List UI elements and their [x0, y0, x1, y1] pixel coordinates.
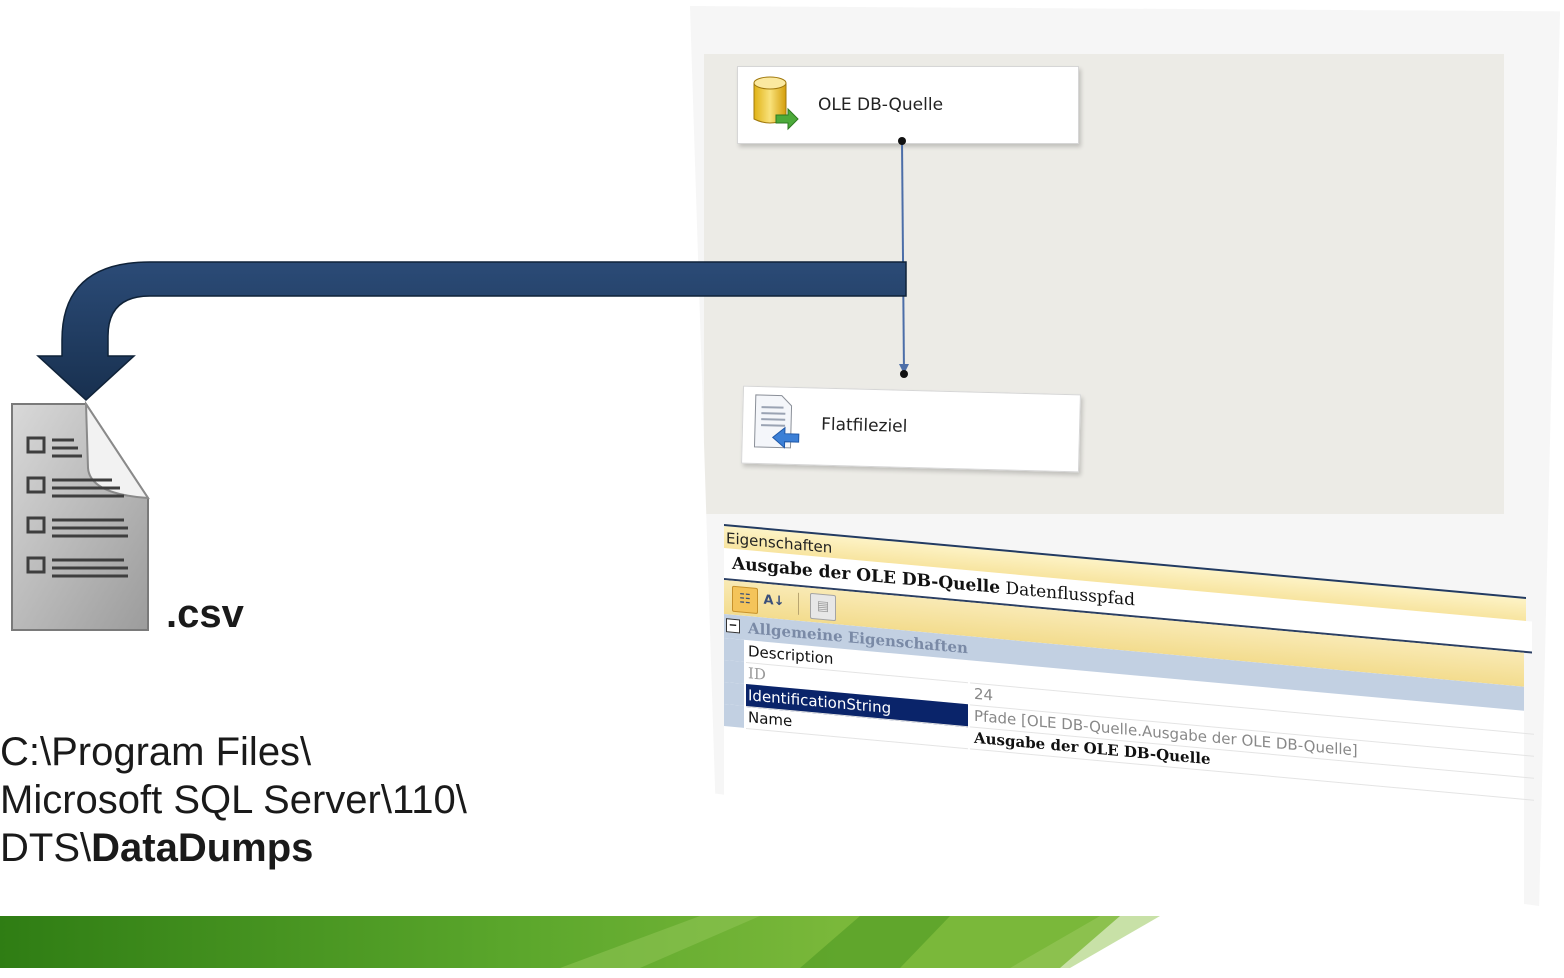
- dataflow-path[interactable]: [704, 54, 1504, 514]
- collapse-icon[interactable]: −: [726, 617, 740, 634]
- dataflow-canvas: OLE DB-Quelle Flatfileziel: [704, 54, 1504, 514]
- row-gutter: [724, 704, 744, 728]
- object-type: Datenflusspfad: [1005, 578, 1136, 611]
- row-gutter: [724, 660, 744, 684]
- ssis-dataflow-window: OLE DB-Quelle Flatfileziel Eigenschaften…: [690, 6, 1560, 906]
- document-list-icon: [11, 400, 150, 631]
- file-path-folder: DataDumps: [91, 826, 314, 870]
- categorized-icon[interactable]: ☷: [732, 585, 758, 615]
- row-gutter: [724, 638, 744, 662]
- alphabetical-sort-icon[interactable]: A↓: [762, 588, 786, 614]
- file-path-prefix: DTS\: [0, 826, 92, 870]
- file-path-line-2: Microsoft SQL Server\110\: [0, 778, 467, 822]
- file-extension-label: .csv: [166, 592, 244, 636]
- property-pages-icon[interactable]: ▤: [810, 592, 836, 622]
- file-path-line-1: C:\Program Files\: [0, 730, 312, 774]
- footer-band: [0, 916, 1160, 968]
- row-gutter: [724, 682, 744, 706]
- toolbar-separator: [798, 592, 799, 615]
- file-path-line-3: DTS\DataDumps: [0, 824, 600, 872]
- file-path-label: C:\Program Files\ Microsoft SQL Server\1…: [0, 728, 600, 872]
- properties-panel: Eigenschaften Ausgabe der OLE DB-Quelle …: [724, 524, 1534, 906]
